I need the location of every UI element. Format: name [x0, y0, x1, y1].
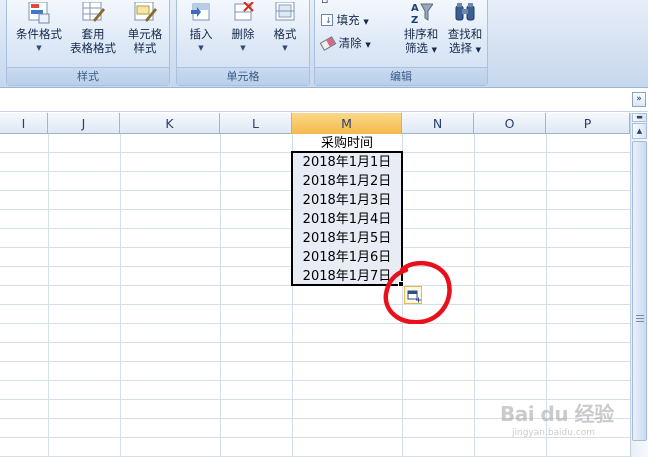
- scroll-split-button[interactable]: ▬: [632, 113, 647, 122]
- column-header-n[interactable]: N: [402, 113, 474, 134]
- styles-group-label: 样式: [7, 67, 169, 85]
- cell-date[interactable]: 2018年1月5日: [292, 229, 402, 248]
- delete-button[interactable]: 删除 ▼: [223, 1, 263, 55]
- grid-line: [0, 361, 630, 362]
- cell-styles-label-line1: 单元格: [127, 27, 163, 41]
- column-header-o[interactable]: O: [474, 113, 546, 134]
- sort-filter-button[interactable]: AZ 排序和 筛选 ▼: [399, 2, 443, 57]
- chevron-down-icon: ▼: [363, 18, 369, 26]
- cell-m-header[interactable]: 采购时间: [292, 134, 402, 153]
- vertical-scrollbar[interactable]: ▬ ▲: [630, 113, 648, 457]
- format-button[interactable]: 格式 ▼: [265, 1, 305, 55]
- fill-button[interactable]: ↓ 填充 ▼: [321, 12, 369, 28]
- cell-styles-button[interactable]: 单元格 样式: [121, 1, 169, 55]
- cell-styles-icon: [133, 1, 157, 24]
- cell-date[interactable]: 2018年1月1日: [292, 153, 402, 172]
- editing-group-label: 编辑: [315, 67, 487, 85]
- chevron-down-icon: ▼: [240, 44, 246, 52]
- clear-button[interactable]: 清除 ▼: [319, 35, 371, 51]
- grid-line: [48, 134, 49, 457]
- format-as-table-label-line1: 套用: [81, 27, 105, 41]
- watermark-sub: jingyan.baidu.com: [512, 428, 596, 438]
- cell-date[interactable]: 2018年1月3日: [292, 191, 402, 210]
- chevron-down-icon: ▼: [36, 44, 42, 52]
- sort-filter-label-line1: 排序和: [403, 27, 439, 41]
- cells-group: 插入 ▼ 删除 ▼ 格式 ▼ 单元格: [176, 0, 310, 86]
- grid-line: [120, 134, 121, 457]
- find-select-button[interactable]: 查找和 选择 ▼: [443, 2, 487, 57]
- conditional-format-icon: [27, 1, 51, 24]
- format-label: 格式: [273, 27, 297, 41]
- delete-icon: [231, 1, 255, 24]
- svg-text:Z: Z: [411, 15, 418, 24]
- chevron-up-icon: ▲: [636, 127, 643, 135]
- fill-down-icon: ↓: [321, 14, 333, 26]
- grip-icon: [636, 315, 644, 322]
- format-as-table-button[interactable]: 套用 表格格式: [67, 1, 119, 55]
- column-header-i[interactable]: I: [0, 113, 48, 134]
- grid-line: [0, 342, 630, 343]
- conditional-format-label: 条件格式: [16, 27, 62, 41]
- editing-group: ▫ ↓ 填充 ▼ 清除 ▼ AZ 排序和 筛选 ▼ 查找和 选择 ▼: [314, 0, 488, 86]
- ribbon: 条件格式 ▼ 套用 表格格式 单元格 样式 样式 插入 ▼ 删除 ▼ 格式 ▼ …: [0, 0, 648, 88]
- chevron-down-icon: ▼: [282, 44, 288, 52]
- find-select-label-line1: 查找和: [447, 27, 483, 41]
- grid-line: [474, 134, 475, 457]
- annotation-circle: [383, 261, 452, 324]
- styles-group: 条件格式 ▼ 套用 表格格式 单元格 样式 样式: [6, 0, 170, 86]
- format-as-table-label-line2: 表格格式: [70, 41, 116, 55]
- column-headers: I J K L M N O P: [0, 113, 630, 134]
- expand-formula-bar-button[interactable]: »: [632, 92, 646, 107]
- column-header-k[interactable]: K: [120, 113, 220, 134]
- autosum-icon: ▫: [321, 0, 328, 6]
- eraser-icon: [319, 36, 337, 51]
- grid-line: [0, 304, 630, 305]
- insert-button[interactable]: 插入 ▼: [181, 2, 221, 55]
- scroll-thumb[interactable]: [632, 141, 647, 441]
- cell-date[interactable]: 2018年1月2日: [292, 172, 402, 191]
- autosum-button[interactable]: ▫: [321, 0, 391, 6]
- clear-label: 清除: [338, 36, 362, 50]
- sort-filter-icon: AZ: [409, 2, 434, 26]
- column-header-p[interactable]: P: [546, 113, 630, 134]
- insert-label: 插入: [189, 27, 213, 41]
- cell-styles-label-line2: 样式: [133, 41, 157, 55]
- scroll-up-button[interactable]: ▲: [632, 123, 647, 139]
- svg-text:A: A: [411, 3, 419, 14]
- double-chevron-down-icon: »: [636, 94, 642, 104]
- column-header-l[interactable]: L: [220, 113, 292, 134]
- grid-line: [0, 323, 630, 324]
- conditional-format-button[interactable]: 条件格式 ▼: [13, 1, 65, 55]
- format-as-table-icon: [81, 1, 105, 24]
- chevron-down-icon: ▼: [365, 41, 371, 49]
- watermark: Bai du 经验 jingyan.baidu.com: [500, 398, 630, 446]
- grid-line: [220, 134, 221, 457]
- column-header-m[interactable]: M: [292, 113, 402, 134]
- binoculars-icon: [453, 2, 477, 24]
- formula-bar: »: [0, 88, 648, 112]
- insert-icon: [189, 2, 213, 24]
- fill-label: 填充: [336, 13, 360, 27]
- chevron-down-icon: ▼: [198, 44, 204, 52]
- cells-group-label: 单元格: [177, 67, 309, 85]
- column-header-j[interactable]: J: [48, 113, 120, 134]
- watermark-main: Bai du 经验: [500, 402, 614, 426]
- find-select-label-line2: 选择 ▼: [448, 41, 482, 55]
- format-icon: [273, 1, 297, 24]
- sort-filter-label-line2: 筛选 ▼: [404, 41, 438, 55]
- cell-date[interactable]: 2018年1月4日: [292, 210, 402, 229]
- delete-label: 删除: [231, 27, 255, 41]
- grid-line: [0, 380, 630, 381]
